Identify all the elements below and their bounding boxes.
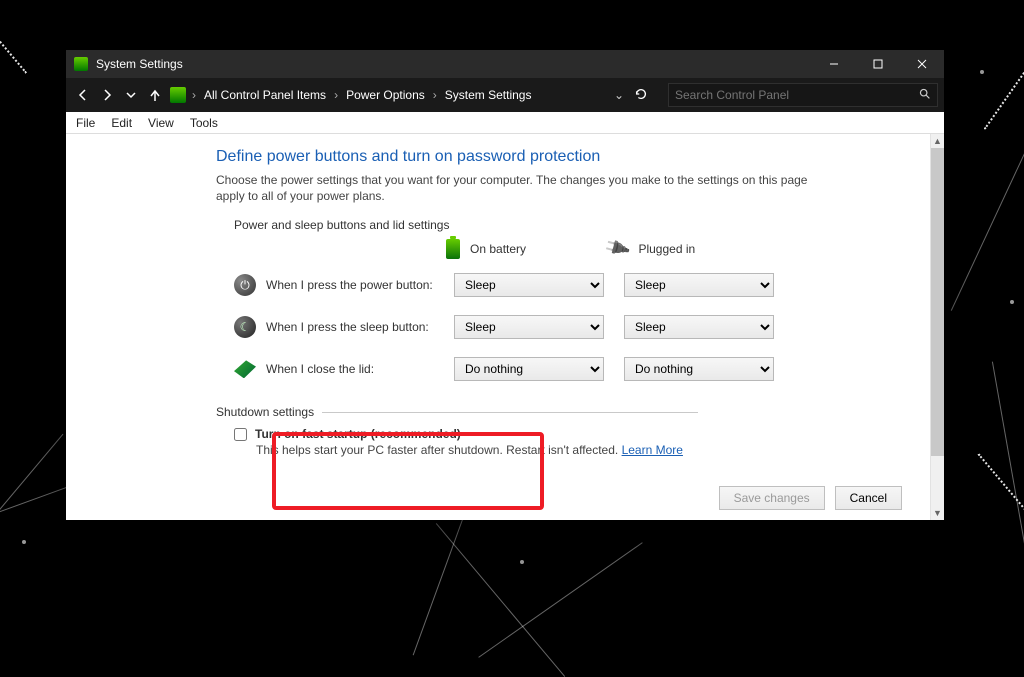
search-input[interactable] <box>675 88 918 102</box>
chevron-right-icon: › <box>334 88 338 102</box>
chevron-right-icon: › <box>433 88 437 102</box>
control-panel-icon <box>170 87 186 103</box>
forward-button[interactable] <box>96 84 118 106</box>
scroll-down-icon[interactable]: ▼ <box>931 506 945 520</box>
fast-startup-help: This helps start your PC faster after sh… <box>256 443 918 457</box>
minimize-button[interactable] <box>812 50 856 78</box>
menu-bar: File Edit View Tools <box>66 112 944 134</box>
battery-icon <box>446 239 460 259</box>
divider <box>322 412 698 413</box>
maximize-button[interactable] <box>856 50 900 78</box>
breadcrumb-item[interactable]: All Control Panel Items <box>200 88 330 102</box>
fast-startup-checkbox[interactable] <box>234 428 247 441</box>
explorer-navbar: › All Control Panel Items › Power Option… <box>66 78 944 112</box>
menu-file[interactable]: File <box>76 116 95 130</box>
breadcrumb-item[interactable]: System Settings <box>441 88 536 102</box>
recent-locations-button[interactable] <box>120 84 142 106</box>
shutdown-settings-header: Shutdown settings <box>216 405 314 419</box>
content-area: Define power buttons and turn on passwor… <box>66 134 930 520</box>
back-button[interactable] <box>72 84 94 106</box>
sleep-button-battery-select[interactable]: Sleep <box>454 315 604 339</box>
scroll-up-icon[interactable]: ▲ <box>931 134 945 148</box>
menu-view[interactable]: View <box>148 116 174 130</box>
plug-icon: 🔌 <box>602 234 632 263</box>
fast-startup-label[interactable]: Turn on fast startup (recommended) <box>255 427 461 441</box>
chevron-right-icon: › <box>192 88 196 102</box>
row-sleep-button: ☾ When I press the sleep button: <box>234 316 434 338</box>
power-icon: ⏻ <box>234 274 256 296</box>
column-on-battery: On battery <box>446 239 526 259</box>
page-description: Choose the power settings that you want … <box>216 172 836 204</box>
close-lid-plugged-select[interactable]: Do nothing <box>624 357 774 381</box>
scrollbar-thumb[interactable] <box>931 148 944 456</box>
search-icon[interactable] <box>918 87 931 103</box>
lid-icon <box>234 360 256 378</box>
app-icon <box>74 57 88 71</box>
titlebar[interactable]: System Settings <box>66 50 944 78</box>
sleep-icon: ☾ <box>234 316 256 338</box>
cancel-button[interactable]: Cancel <box>835 486 902 510</box>
window-title: System Settings <box>96 57 812 71</box>
page-title: Define power buttons and turn on passwor… <box>216 148 918 166</box>
row-close-lid: When I close the lid: <box>234 360 434 378</box>
menu-edit[interactable]: Edit <box>111 116 132 130</box>
search-box[interactable] <box>668 83 938 107</box>
vertical-scrollbar[interactable]: ▲ ▼ <box>930 134 944 520</box>
address-dropdown-button[interactable]: ⌄ <box>614 88 624 102</box>
system-settings-window: System Settings › All Control Panel Item… <box>66 50 944 520</box>
close-button[interactable] <box>900 50 944 78</box>
refresh-button[interactable] <box>634 87 648 104</box>
up-button[interactable] <box>144 84 166 106</box>
sleep-button-plugged-select[interactable]: Sleep <box>624 315 774 339</box>
close-lid-battery-select[interactable]: Do nothing <box>454 357 604 381</box>
save-changes-button[interactable]: Save changes <box>719 486 825 510</box>
learn-more-link[interactable]: Learn More <box>622 443 683 457</box>
column-plugged-in: 🔌 Plugged in <box>606 238 695 259</box>
power-button-battery-select[interactable]: Sleep <box>454 273 604 297</box>
section-power-sleep-label: Power and sleep buttons and lid settings <box>234 218 918 232</box>
power-button-plugged-select[interactable]: Sleep <box>624 273 774 297</box>
menu-tools[interactable]: Tools <box>190 116 218 130</box>
breadcrumb-item[interactable]: Power Options <box>342 88 429 102</box>
row-power-button: ⏻ When I press the power button: <box>234 274 434 296</box>
